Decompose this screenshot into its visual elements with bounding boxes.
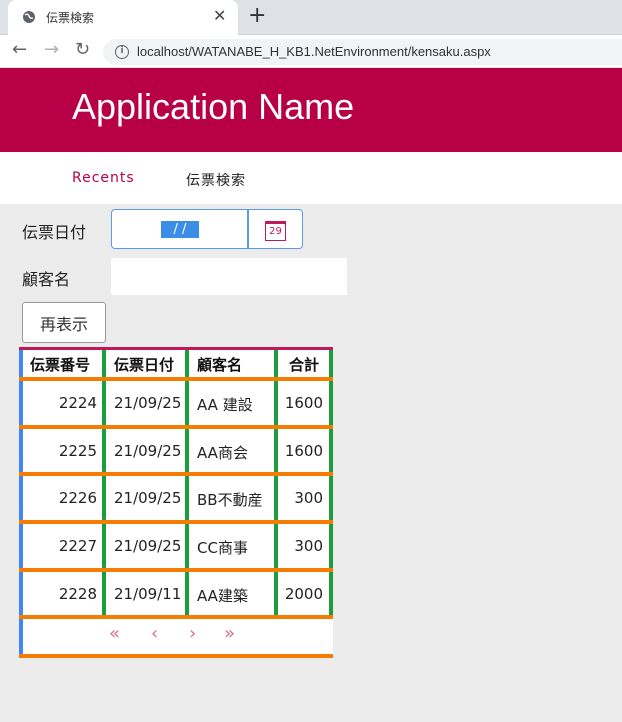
cell-total: 1600: [284, 394, 323, 412]
cell-total: 2000: [284, 585, 323, 603]
tab-title: 伝票検索: [46, 11, 95, 25]
cell-customer: AA商会: [197, 444, 248, 462]
date-input-value[interactable]: / /: [161, 221, 199, 238]
cell-slip-date: 21/09/25: [114, 442, 182, 460]
tab-strip: 伝票検索 ✕ +: [0, 0, 622, 35]
app-header: Application Name: [0, 68, 622, 152]
grid-border: [19, 347, 333, 350]
nav-link-slip-search[interactable]: 伝票検索: [186, 170, 246, 190]
grid-border: [19, 615, 333, 619]
cell-slip-number: 2227: [58, 537, 97, 555]
cell-customer: AA 建設: [197, 396, 253, 414]
cell-customer: BB不動産: [197, 491, 263, 509]
cell-slip-number: 2228: [58, 585, 97, 603]
date-input[interactable]: / /: [111, 209, 248, 249]
close-icon[interactable]: ✕: [213, 6, 226, 25]
calendar-button[interactable]: 29: [248, 209, 303, 249]
cell-slip-date: 21/09/11: [114, 585, 182, 603]
grid-border: [185, 347, 189, 617]
column-header-slip-date[interactable]: 伝票日付: [114, 354, 174, 375]
pager-prev-icon[interactable]: ‹: [151, 623, 158, 644]
nav-link-recents[interactable]: Recents: [72, 170, 135, 186]
column-header-total[interactable]: 合計: [289, 354, 319, 375]
navbar: Recents 伝票検索: [0, 152, 622, 204]
reload-icon[interactable]: ↻: [75, 39, 90, 60]
pager-next-icon[interactable]: ›: [189, 623, 196, 644]
browser-tab[interactable]: 伝票検索 ✕: [8, 0, 238, 35]
cell-slip-number: 2225: [58, 442, 97, 460]
grid-border: [19, 425, 333, 429]
back-icon[interactable]: ←: [12, 39, 27, 60]
grid-border: [102, 347, 106, 617]
grid-border-left: [19, 347, 23, 658]
customer-name-input[interactable]: [111, 258, 347, 295]
grid-border: [19, 472, 333, 476]
info-icon[interactable]: i: [115, 45, 129, 59]
grid-border: [19, 568, 333, 572]
app-name[interactable]: Application Name: [72, 86, 354, 128]
cell-customer: AA建築: [197, 587, 248, 605]
calendar-icon: 29: [265, 221, 286, 241]
cell-slip-number: 2226: [58, 489, 97, 507]
column-header-customer[interactable]: 顧客名: [197, 354, 242, 375]
browser-toolbar: ← → ↻ i localhost/WATANABE_H_KB1.NetEnvi…: [0, 35, 622, 68]
grid-border: [274, 347, 278, 617]
grid-border: [19, 520, 333, 524]
cell-slip-date: 21/09/25: [114, 394, 182, 412]
address-bar[interactable]: i localhost/WATANABE_H_KB1.NetEnvironmen…: [103, 39, 622, 65]
globe-icon: [23, 11, 35, 23]
grid-border: [19, 377, 333, 381]
pager-last-icon[interactable]: »: [224, 623, 235, 644]
pager-first-icon[interactable]: «: [109, 623, 120, 644]
date-label: 伝票日付: [22, 223, 87, 242]
cell-customer: CC商事: [197, 539, 248, 557]
url-text[interactable]: localhost/WATANABE_H_KB1.NetEnvironment/…: [137, 44, 491, 59]
cell-slip-date: 21/09/25: [114, 537, 182, 555]
new-tab-button[interactable]: +: [248, 3, 266, 28]
cell-total: 1600: [284, 442, 323, 460]
cell-slip-date: 21/09/25: [114, 489, 182, 507]
customer-label: 顧客名: [22, 270, 71, 289]
column-header-slip-number[interactable]: 伝票番号: [30, 354, 90, 375]
grid-border: [19, 654, 333, 658]
grid-border: [329, 347, 333, 617]
cell-total: 300: [294, 489, 323, 507]
cell-total: 300: [294, 537, 323, 555]
refresh-button[interactable]: 再表示: [22, 302, 106, 343]
forward-icon[interactable]: →: [44, 39, 59, 60]
cell-slip-number: 2224: [58, 394, 97, 412]
slip-table: 伝票番号 伝票日付 顧客名 合計 2224 21/09/25 AA 建設 160…: [19, 347, 333, 658]
